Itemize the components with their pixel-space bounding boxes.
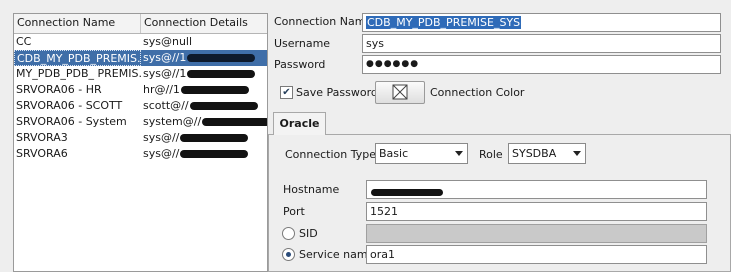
table-body: CC sys@null CDB_MY_PDB_PREMIS... sys@//1 MY_… — [14, 34, 267, 162]
connection-details-text: sys@//1 — [143, 67, 187, 80]
connection-type-label: Connection Type — [285, 148, 377, 161]
connection-type-value: Basic — [379, 147, 409, 160]
table-row[interactable]: SRVORA06 - System system@// — [14, 114, 267, 130]
username-label: Username — [274, 37, 331, 50]
column-header-connection-name[interactable]: Connection Name — [14, 14, 141, 33]
table-row[interactable]: CDB_MY_PDB_PREMIS... sys@//1 — [14, 50, 267, 66]
tab-oracle[interactable]: Oracle — [273, 112, 326, 135]
connection-details-text: sys@// — [143, 147, 180, 160]
connection-name-cell: CC — [16, 35, 32, 48]
service-name-field[interactable]: ora1 — [366, 245, 707, 264]
password-field[interactable]: ●●●●●● — [362, 55, 721, 74]
chevron-down-icon — [573, 151, 581, 156]
port-field[interactable]: 1521 — [366, 202, 707, 221]
redacted-host — [180, 86, 249, 94]
role-value: SYSDBA — [512, 147, 557, 160]
hostname-label: Hostname — [283, 183, 340, 196]
connection-color-button[interactable] — [375, 81, 425, 104]
column-header-connection-details[interactable]: Connection Details — [141, 14, 267, 33]
connection-details-cell: scott@// — [141, 98, 267, 114]
connection-name-cell: SRVORA06 - HR — [16, 83, 102, 96]
connection-name-cell: SRVORA6 — [16, 147, 68, 160]
connection-details-cell: sys@//1 — [141, 66, 267, 82]
table-row[interactable]: CC sys@null — [14, 34, 267, 50]
service-name-radio[interactable] — [282, 248, 295, 261]
role-dropdown[interactable]: SYSDBA — [508, 143, 586, 164]
save-password-label: Save Password — [296, 86, 378, 99]
color-swatch-icon — [392, 84, 408, 100]
save-password-checkbox[interactable]: ✔ — [280, 86, 293, 99]
connection-color-label: Connection Color — [430, 86, 525, 99]
connections-table[interactable]: Connection Name Connection Details CC sys… — [13, 13, 268, 272]
hostname-field[interactable] — [366, 180, 707, 199]
connection-details-cell: sys@// — [141, 130, 267, 146]
table-row[interactable]: SRVORA06 - SCOTT scott@// — [14, 98, 267, 114]
chevron-down-icon — [455, 151, 463, 156]
username-field[interactable]: sys — [362, 34, 721, 53]
table-row[interactable]: SRVORA6 sys@// — [14, 146, 267, 162]
table-row[interactable]: SRVORA06 - HR hr@//1 — [14, 82, 267, 98]
connection-details-text: scott@// — [143, 99, 189, 112]
redacted-host — [180, 150, 249, 158]
connection-details-text: sys@// — [143, 131, 180, 144]
redacted-host — [202, 118, 267, 126]
role-label: Role — [479, 148, 503, 161]
redacted-host — [187, 70, 256, 78]
connection-name-cell: CDB_MY_PDB_PREMIS... — [14, 50, 141, 66]
sid-radio[interactable] — [282, 227, 295, 240]
connection-name-field[interactable]: CDB_MY_PDB_PREMISE_SYS — [362, 13, 721, 32]
connection-details-cell: sys@null — [141, 34, 267, 50]
redacted-hostname — [371, 189, 443, 196]
connection-details-text: sys@//1 — [143, 51, 187, 64]
connection-name-cell: MY_PDB_PDB_ PREMIS... — [16, 67, 141, 80]
table-row[interactable]: MY_PDB_PDB_ PREMIS... sys@//1 — [14, 66, 267, 82]
connection-details-text: system@// — [143, 115, 202, 128]
connection-details-cell: sys@// — [141, 146, 267, 162]
redacted-host — [180, 134, 249, 142]
service-name-label: Service name — [299, 248, 375, 261]
connection-name-value: CDB_MY_PDB_PREMISE_SYS — [366, 16, 522, 29]
connection-details-text: sys@null — [143, 35, 193, 48]
password-label: Password — [274, 58, 326, 71]
connection-type-dropdown[interactable]: Basic — [375, 143, 468, 164]
connection-name-cell: SRVORA3 — [16, 131, 68, 144]
table-row[interactable]: SRVORA3 sys@// — [14, 130, 267, 146]
connection-details-cell: hr@//1 — [141, 82, 267, 98]
connection-name-label: Connection Name — [274, 15, 373, 28]
checkmark-icon: ✔ — [282, 87, 291, 98]
connection-name-cell: SRVORA06 - System — [16, 115, 127, 128]
table-header: Connection Name Connection Details — [14, 14, 267, 34]
sid-label: SID — [299, 227, 318, 240]
redacted-host — [187, 54, 256, 62]
connection-details-cell: sys@//1 — [141, 50, 267, 66]
port-label: Port — [283, 205, 305, 218]
connection-name-cell: SRVORA06 - SCOTT — [16, 99, 123, 112]
connection-details-cell: system@// — [141, 114, 267, 130]
connection-details-text: hr@//1 — [143, 83, 180, 96]
sid-field — [366, 224, 707, 243]
redacted-host — [189, 102, 258, 110]
